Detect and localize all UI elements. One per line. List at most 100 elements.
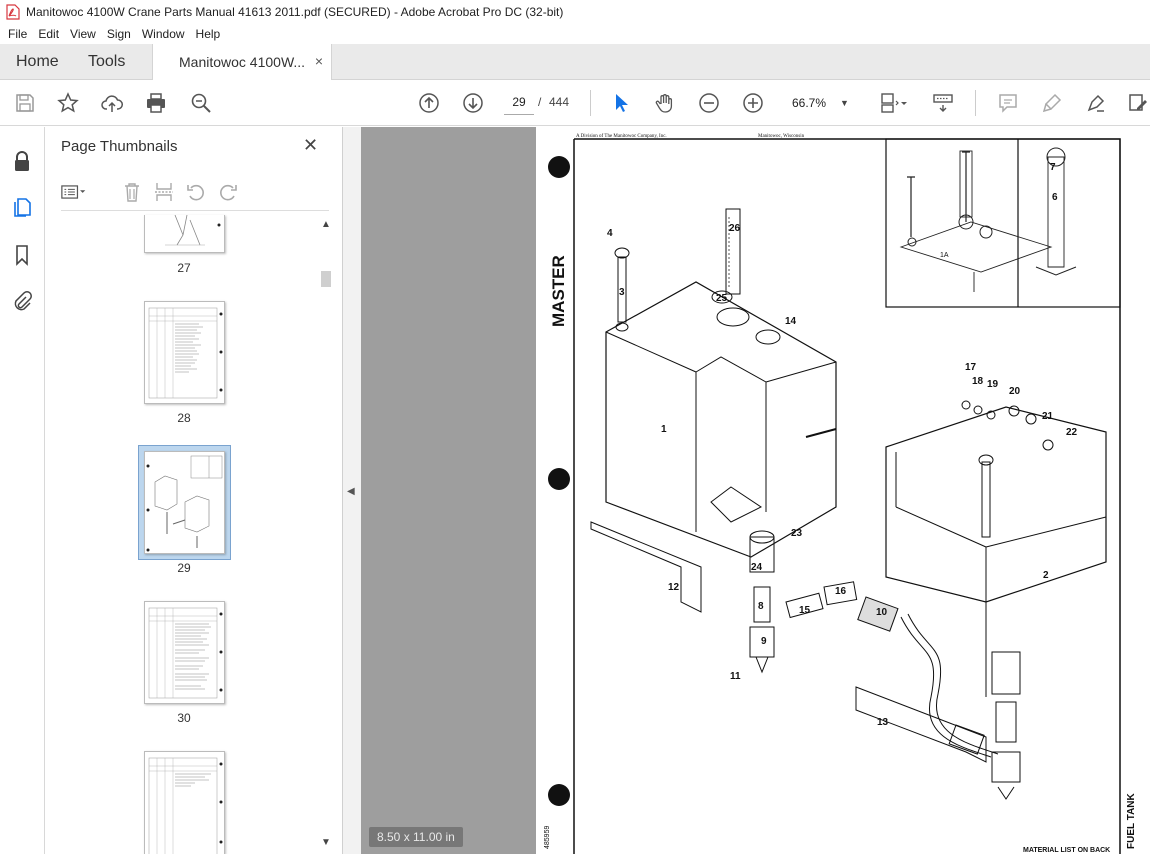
zoom-level-dropdown[interactable]: 66.7% ▼ — [782, 90, 854, 115]
menu-view[interactable]: View — [70, 27, 96, 41]
tab-home[interactable]: Home — [16, 53, 59, 71]
page-thumbnails-icon[interactable] — [10, 195, 34, 219]
main-toolbar: 29 / 444 66.7% ▼ — [0, 80, 1150, 126]
scroll-down-icon[interactable]: ▼ — [321, 837, 331, 848]
tab-close-icon[interactable]: × — [315, 53, 323, 69]
callout-7: 7 — [1050, 162, 1056, 173]
callout-18: 18 — [972, 376, 984, 387]
previous-page-icon[interactable] — [417, 91, 441, 115]
keyboard-toggle-icon[interactable] — [931, 91, 955, 115]
edit-pdf-icon[interactable] — [1126, 91, 1150, 115]
page-header-right: Manitowoc, Wisconsin — [758, 134, 805, 139]
page-fit-chevron-icon[interactable] — [897, 91, 911, 115]
save-icon[interactable] — [13, 91, 37, 115]
lock-icon[interactable] — [10, 149, 34, 173]
thumbnail-page-number: 27 — [177, 261, 191, 275]
delete-page-icon[interactable] — [119, 179, 145, 205]
collapse-arrow-icon: ◀ — [347, 486, 355, 497]
highlight-pen-icon[interactable] — [1040, 91, 1064, 115]
callout-10: 10 — [876, 607, 888, 618]
scroll-up-icon[interactable]: ▲ — [321, 219, 331, 230]
callout-4: 4 — [607, 228, 613, 239]
window-title: Manitowoc 4100W Crane Parts Manual 41613… — [26, 5, 564, 19]
callout-22: 22 — [1066, 427, 1078, 438]
callout-11: 11 — [730, 671, 741, 682]
page-separator: / — [538, 95, 542, 109]
thumbnail-page-30[interactable] — [144, 601, 225, 704]
chevron-down-icon: ▼ — [840, 97, 849, 108]
callout-26: 26 — [729, 223, 741, 234]
select-cursor-icon[interactable] — [609, 91, 633, 115]
hand-tool-icon[interactable] — [653, 91, 677, 115]
callout-17: 17 — [965, 362, 977, 373]
upload-cloud-icon[interactable] — [100, 91, 124, 115]
panel-title: Page Thumbnails — [61, 138, 178, 155]
thumbnail-toolbar — [61, 175, 329, 211]
zoom-value: 66.7% — [792, 95, 827, 110]
toolbar-divider — [975, 90, 976, 116]
acrobat-app-icon — [6, 4, 20, 20]
page-header-left: A Division of The Manitowoc Company, Inc… — [576, 134, 667, 139]
exploded-parts-drawing: A Division of The Manitowoc Company, Inc… — [544, 134, 1137, 854]
callout-3: 3 — [619, 287, 625, 298]
title-bar: Manitowoc 4100W Crane Parts Manual 41613… — [0, 0, 1150, 24]
comment-icon[interactable] — [996, 91, 1020, 115]
scrollbar-thumb[interactable] — [321, 271, 331, 287]
menu-window[interactable]: Window — [142, 27, 185, 41]
callout-8: 8 — [758, 601, 764, 612]
close-icon[interactable]: ✕ — [303, 135, 318, 156]
callout-16: 16 — [835, 586, 847, 597]
callout-2: 2 — [1043, 570, 1049, 581]
tab-document[interactable]: Manitowoc 4100W... × — [152, 44, 332, 81]
side-number: 485959 — [544, 826, 551, 849]
thumbnail-page-29[interactable] — [144, 451, 225, 554]
total-pages: 444 — [549, 95, 570, 109]
thumbnail-page-31[interactable] — [144, 751, 225, 854]
menu-bar: File Edit View Sign Window Help — [0, 24, 1150, 44]
document-view[interactable]: 8.50 x 11.00 in A Division of The Manito… — [361, 127, 1150, 854]
attachment-paperclip-icon[interactable] — [10, 289, 34, 313]
thumbnail-page-number: 30 — [177, 711, 191, 725]
bookmarks-icon[interactable] — [10, 243, 34, 267]
thumbnail-page-number: 28 — [177, 411, 191, 425]
callout-12: 12 — [668, 582, 680, 593]
zoom-out-icon[interactable] — [697, 91, 721, 115]
tab-tools[interactable]: Tools — [88, 53, 125, 71]
callout-20: 20 — [1009, 386, 1021, 397]
menu-edit[interactable]: Edit — [38, 27, 59, 41]
thumbnail-scrollbar[interactable]: ▲ ▼ — [319, 219, 333, 849]
detail-label: 1A — [940, 252, 949, 259]
callout-15: 15 — [799, 605, 811, 616]
next-page-icon[interactable] — [461, 91, 485, 115]
thumbnail-page-number: 29 — [177, 561, 191, 575]
zoom-in-icon[interactable] — [741, 91, 765, 115]
callout-6: 6 — [1052, 192, 1058, 203]
left-nav-rail — [0, 127, 45, 854]
callout-23: 23 — [791, 528, 803, 539]
menu-file[interactable]: File — [8, 27, 27, 41]
pdf-page[interactable]: A Division of The Manitowoc Company, Inc… — [536, 127, 1150, 854]
panel-collapse-handle[interactable]: ◀ — [343, 127, 361, 854]
callout-1: 1 — [661, 424, 667, 435]
thumbnail-page-27[interactable] — [144, 215, 225, 253]
fuel-tank-title: FUEL TANK — [1126, 792, 1137, 849]
material-list-footer: MATERIAL LIST ON BACK — [1023, 847, 1110, 854]
menu-sign[interactable]: Sign — [107, 27, 131, 41]
menu-help[interactable]: Help — [196, 27, 221, 41]
callout-24: 24 — [751, 562, 763, 573]
page-size-badge: 8.50 x 11.00 in — [369, 827, 463, 847]
print-icon[interactable] — [144, 91, 168, 115]
thumbnail-page-28[interactable] — [144, 301, 225, 404]
callout-14: 14 — [785, 316, 797, 327]
rotate-left-icon[interactable] — [183, 179, 209, 205]
tab-document-label: Manitowoc 4100W... — [179, 54, 306, 70]
current-page-input[interactable]: 29 — [504, 90, 534, 115]
rotate-right-icon[interactable] — [215, 179, 241, 205]
sign-pen-icon[interactable] — [1084, 91, 1108, 115]
search-zoom-icon[interactable] — [189, 91, 213, 115]
callout-13: 13 — [877, 717, 889, 728]
insert-page-icon[interactable] — [151, 179, 177, 205]
toolbar-divider — [590, 90, 591, 116]
thumbnail-options-icon[interactable] — [61, 179, 87, 205]
bookmark-star-icon[interactable] — [56, 91, 80, 115]
